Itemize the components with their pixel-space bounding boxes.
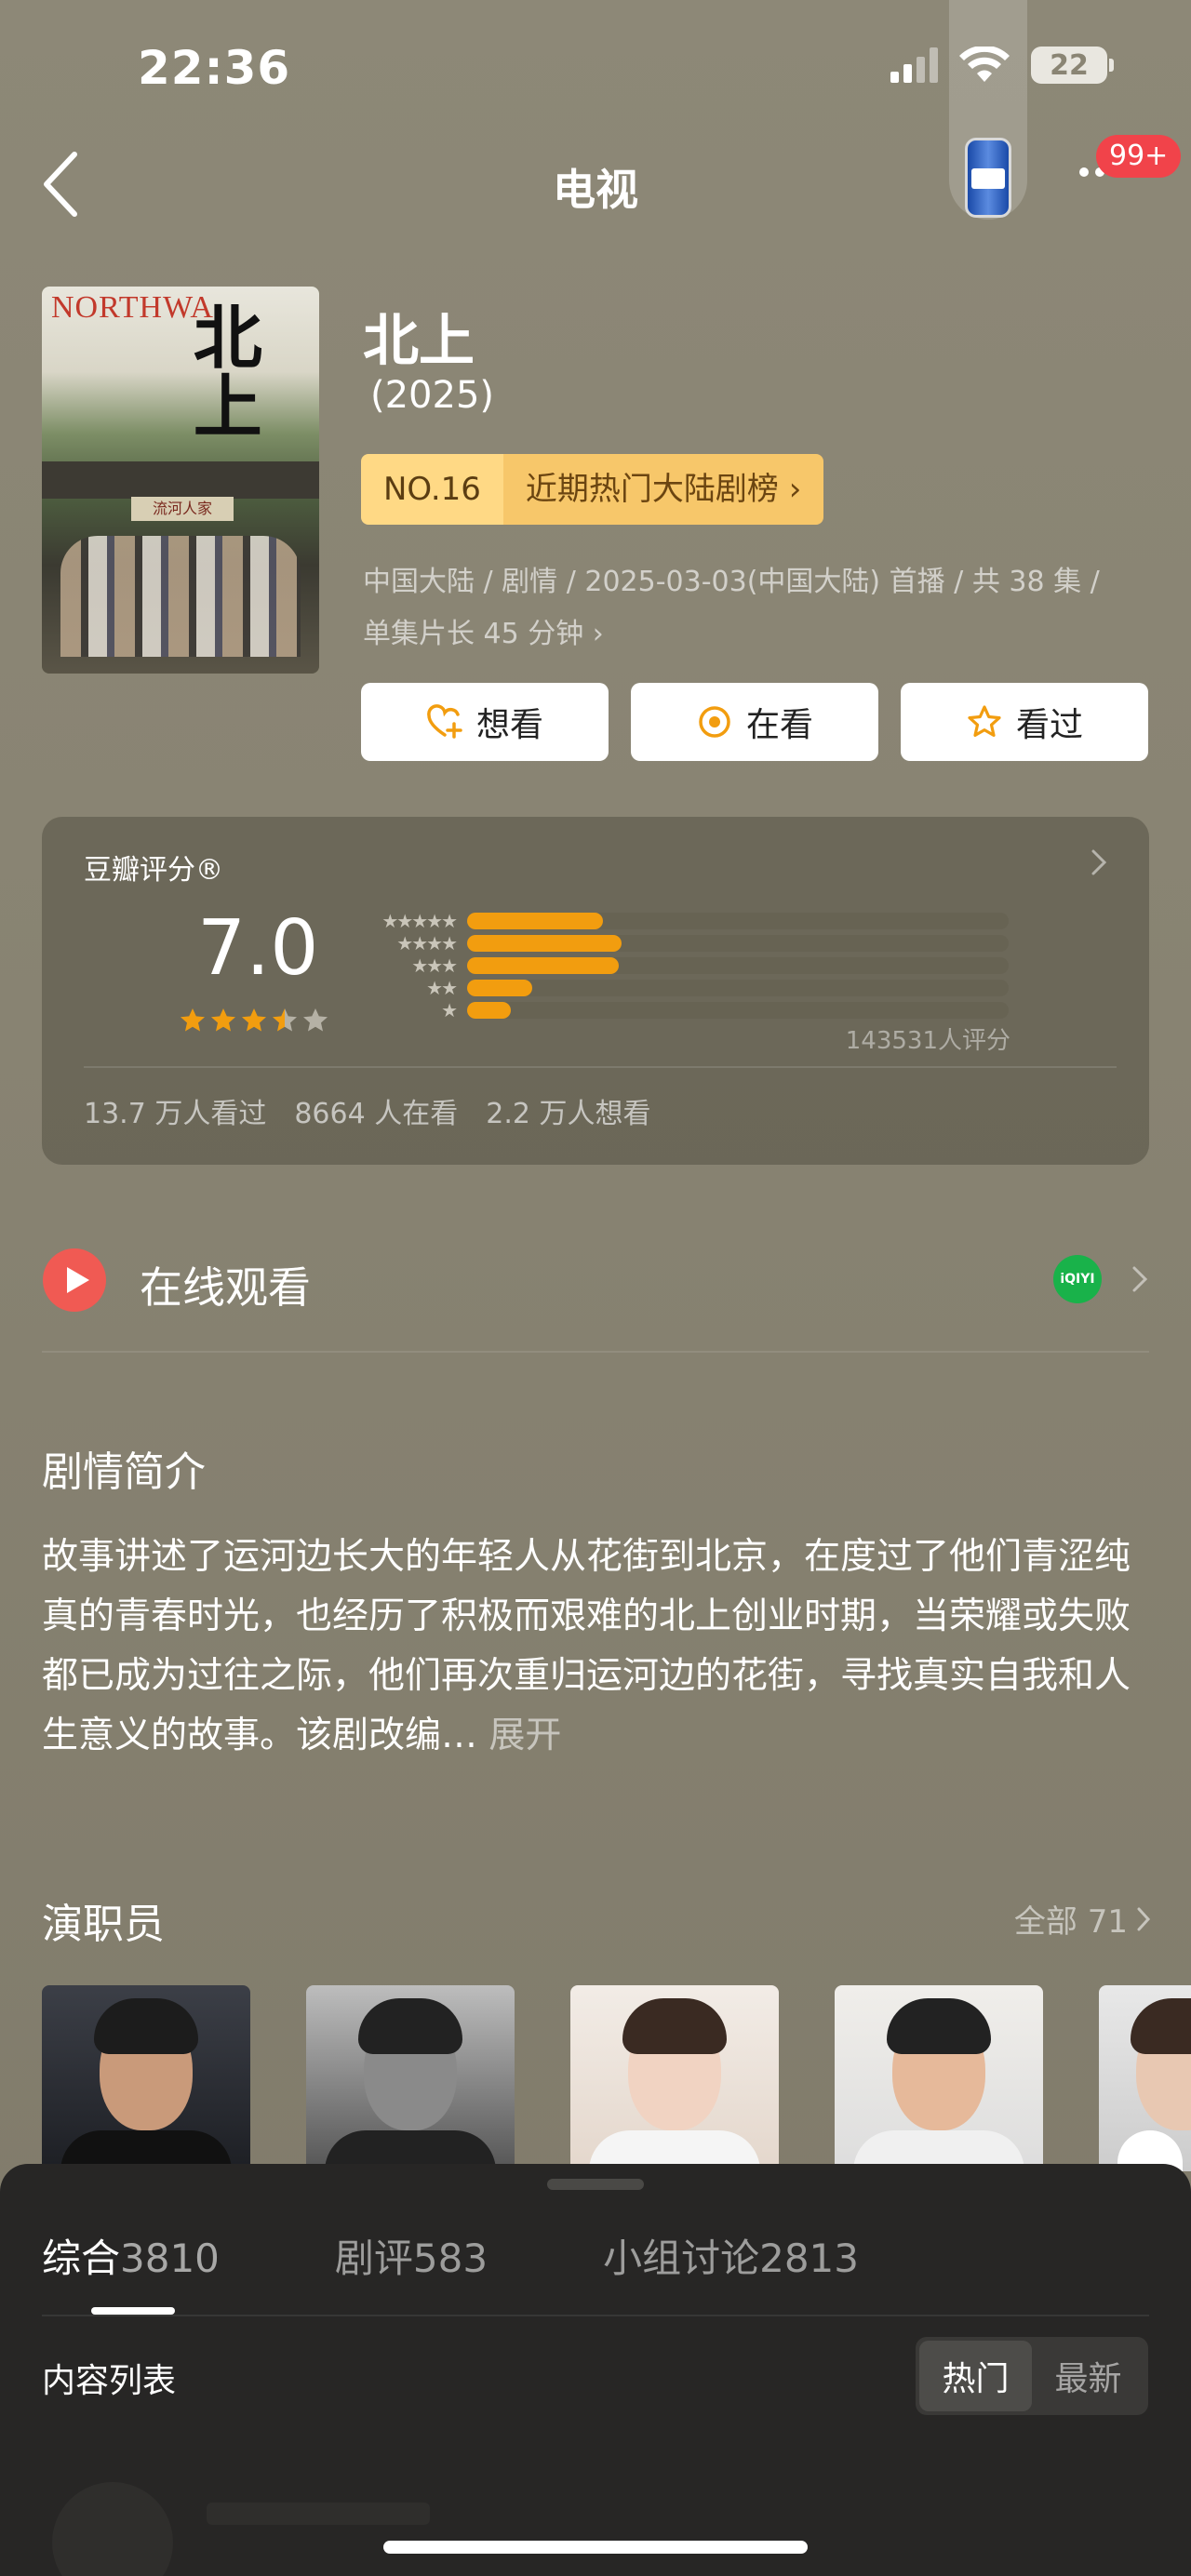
status-time: 22:36 xyxy=(138,41,291,95)
distribution-bar xyxy=(467,935,622,952)
distribution-stars-label: ★★★★ xyxy=(396,932,458,954)
home-indicator xyxy=(383,2541,808,2554)
chevron-right-icon xyxy=(1137,1907,1151,1930)
show-year: (2025) xyxy=(370,374,495,417)
meta-line-2: 单集片长 45 分钟 › xyxy=(363,618,604,650)
poster-sign: 流河人家 xyxy=(131,497,234,521)
sort-new-button[interactable]: 最新 xyxy=(1032,2341,1144,2411)
watching-circle-icon xyxy=(699,706,730,738)
cast-all-label: 全部 71 xyxy=(1013,1903,1128,1941)
cast-photo[interactable] xyxy=(570,1985,779,2171)
sheet-tabs: 综合3810 剧评583 小组讨论2813 xyxy=(42,2227,859,2284)
distribution-track xyxy=(467,980,1009,996)
show-title: 北上 xyxy=(363,309,475,374)
rating-star-icon xyxy=(273,1008,297,1032)
rank-number: NO.16 xyxy=(361,454,503,525)
distribution-bar xyxy=(467,957,619,974)
synopsis-text: 故事讲述了运河边长大的年轻人从花街到北京，在度过了他们青涩纯真的青春时光，也经历… xyxy=(42,1528,1149,1766)
watched-count: 13.7 万人看过 xyxy=(84,1098,267,1130)
watched-label: 看过 xyxy=(1015,706,1083,744)
rank-badge[interactable]: NO.16 近期热门大陆剧榜 › xyxy=(361,454,824,525)
tab-overall-label: 综合 xyxy=(42,2236,121,2281)
cellular-signal-icon xyxy=(890,47,938,83)
tab-overall[interactable]: 综合3810 xyxy=(42,2227,220,2284)
sheet-divider xyxy=(42,2315,1149,2316)
watching-label: 在看 xyxy=(745,706,813,744)
show-meta[interactable]: 中国大陆 / 剧情 / 2025-03-03(中国大陆) 首播 / 共 38 集… xyxy=(363,556,1163,661)
cast-list xyxy=(42,1985,1191,2171)
rating-score: 7.0 xyxy=(197,904,319,993)
action-buttons: 想看 在看 看过 xyxy=(361,683,1148,761)
distribution-stars-label: ★★ xyxy=(426,977,458,999)
battery-icon: 22 xyxy=(1031,47,1114,84)
distribution-stars-label: ★★★★★ xyxy=(381,910,458,932)
distribution-track xyxy=(467,935,1009,952)
synopsis-body: 故事讲述了运河边长大的年轻人从花街到北京，在度过了他们青涩纯真的青春时光，也经历… xyxy=(42,1536,1131,1756)
rating-stars xyxy=(179,1007,329,1034)
tab-group-label: 小组讨论 xyxy=(603,2236,760,2281)
notification-badge: 99+ xyxy=(1096,135,1182,178)
wish-button[interactable]: 想看 xyxy=(361,683,609,761)
active-tab-indicator xyxy=(91,2307,175,2315)
distribution-bar xyxy=(467,913,603,929)
rank-list-name: 近期热门大陆剧榜 › xyxy=(502,454,824,525)
distribution-bar xyxy=(467,1002,511,1019)
distribution-track xyxy=(467,913,1009,929)
sheet-handle[interactable] xyxy=(547,2179,644,2190)
cast-photo[interactable] xyxy=(306,1985,515,2171)
tab-reviews[interactable]: 剧评583 xyxy=(335,2227,488,2284)
tab-overall-count: 3810 xyxy=(120,2236,220,2281)
rating-count: 143531人评分 xyxy=(845,1027,1010,1055)
rating-star-icon xyxy=(303,1008,328,1032)
chevron-right-icon[interactable] xyxy=(1130,1263,1150,1295)
section-divider xyxy=(42,1351,1149,1353)
distribution-track xyxy=(467,1002,1009,1019)
content-list-label: 内容列表 xyxy=(42,2362,177,2400)
beer-can-icon[interactable] xyxy=(965,138,1011,218)
watching-count: 8664 人在看 xyxy=(294,1098,459,1130)
play-icon[interactable] xyxy=(43,1248,106,1312)
tab-group-discussions[interactable]: 小组讨论2813 xyxy=(603,2227,859,2284)
rating-divider xyxy=(84,1066,1117,1068)
poster-title-cn: 北上 xyxy=(181,301,262,439)
tab-group-count: 2813 xyxy=(759,2236,859,2281)
distribution-track xyxy=(467,957,1009,974)
synopsis-expand[interactable]: 展开 xyxy=(488,1715,561,1756)
poster[interactable]: 流河人家 NORTHWA 北上 xyxy=(42,287,319,674)
meta-line-1: 中国大陆 / 剧情 / 2025-03-03(中国大陆) 首播 / 共 38 集… xyxy=(363,566,1100,598)
rating-star-icon xyxy=(181,1008,205,1032)
rating-label: 豆瓣评分® xyxy=(84,854,223,887)
cast-photo[interactable] xyxy=(1099,1985,1191,2171)
chevron-right-icon xyxy=(1091,849,1107,875)
cast-title: 演职员 xyxy=(42,1901,165,1948)
cast-all-link[interactable]: 全部 71 xyxy=(1014,1896,1152,1942)
rating-star-icon xyxy=(211,1008,235,1032)
tab-reviews-count: 583 xyxy=(412,2236,488,2281)
watching-button[interactable]: 在看 xyxy=(631,683,878,761)
star-outline-icon xyxy=(968,705,1001,737)
wish-count: 2.2 万人想看 xyxy=(486,1098,651,1130)
watched-button[interactable]: 看过 xyxy=(901,683,1148,761)
synopsis-title: 剧情简介 xyxy=(42,1448,206,1496)
distribution-stars-label: ★ xyxy=(441,999,458,1021)
iqiyi-logo[interactable]: iQIYI xyxy=(1053,1255,1102,1303)
cast-photo[interactable] xyxy=(42,1985,250,2171)
distribution-stars-label: ★★★ xyxy=(411,954,458,977)
cast-photo[interactable] xyxy=(835,1985,1043,2171)
distribution-bar xyxy=(467,980,532,996)
rating-star-icon xyxy=(242,1008,266,1032)
sort-hot-button[interactable]: 热门 xyxy=(919,2341,1032,2411)
tab-reviews-label: 剧评 xyxy=(334,2236,413,2281)
sort-toggle: 热门 最新 xyxy=(916,2337,1148,2415)
online-watch-label[interactable]: 在线观看 xyxy=(140,1254,311,1315)
loading-line xyxy=(207,2503,430,2525)
rating-stats: 13.7 万人看过 8664 人在看 2.2 万人想看 xyxy=(84,1090,650,1131)
page: 22:36 22 电视 99+ 流河人家 NORTHWA 北上 北上 (2025… xyxy=(0,0,1191,2576)
wish-label: 想看 xyxy=(475,706,543,744)
heart-plus-icon xyxy=(427,704,462,739)
